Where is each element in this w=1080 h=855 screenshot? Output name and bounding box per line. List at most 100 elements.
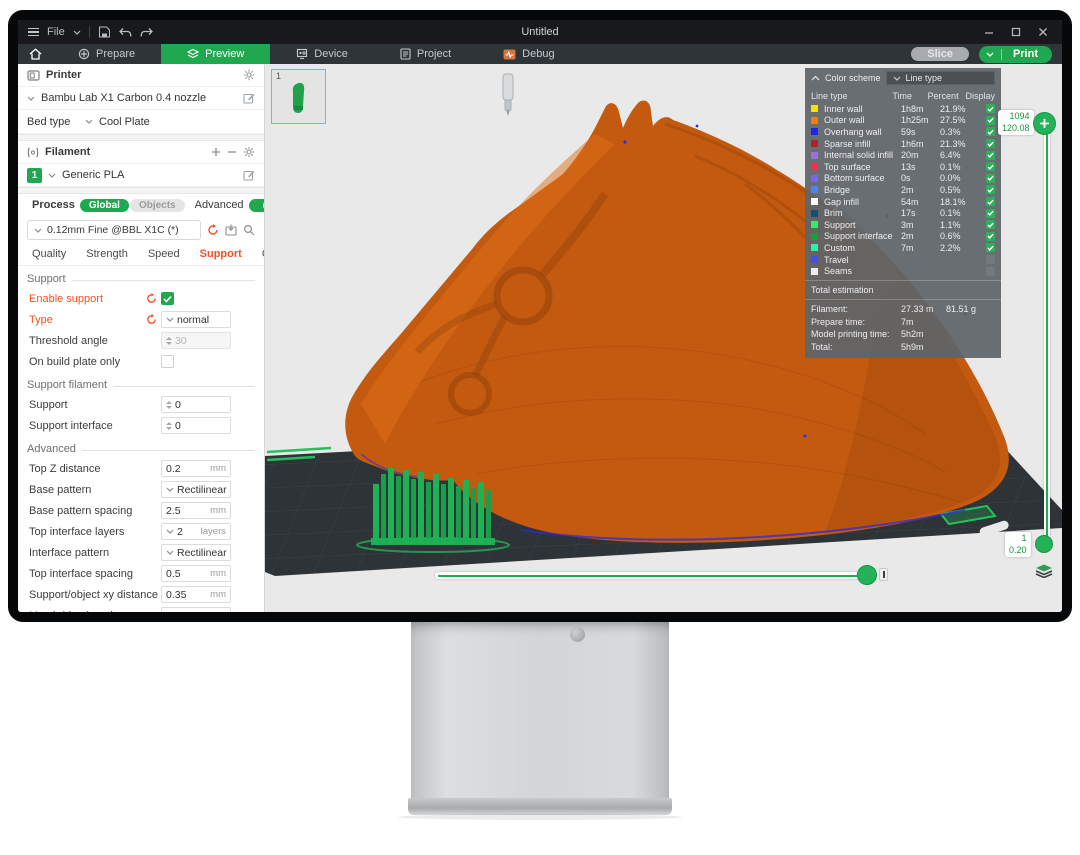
param-label: Top interface spacing bbox=[29, 568, 161, 580]
save-icon[interactable] bbox=[98, 26, 111, 38]
display-checkbox[interactable] bbox=[986, 174, 995, 183]
select-control[interactable]: Rectilinear bbox=[161, 481, 231, 498]
display-checkbox[interactable] bbox=[986, 116, 995, 125]
edit-icon[interactable] bbox=[243, 92, 255, 104]
viewport-3d[interactable]: Bambu Lab bbox=[265, 64, 1062, 612]
tab-support[interactable]: Support bbox=[190, 248, 252, 260]
spin-control[interactable]: 0 bbox=[161, 417, 231, 434]
display-checkbox[interactable] bbox=[986, 151, 995, 160]
process-preset-select[interactable]: 0.12mm Fine @BBL X1C (*) bbox=[27, 220, 201, 240]
line-type-time: 3m bbox=[901, 220, 940, 230]
line-type-swatch bbox=[811, 163, 818, 170]
print-button[interactable]: Print bbox=[1002, 46, 1052, 63]
input-control[interactable]: 0.2mm bbox=[161, 460, 231, 477]
chevron-down-icon[interactable] bbox=[73, 30, 81, 35]
undo-icon[interactable] bbox=[119, 27, 132, 38]
layer-slider-top-handle[interactable] bbox=[1033, 112, 1056, 135]
reset-value-icon[interactable] bbox=[146, 314, 157, 325]
tab-debug[interactable]: Debug bbox=[477, 44, 580, 64]
search-icon[interactable] bbox=[243, 224, 255, 236]
view-mode-select[interactable]: Line type bbox=[886, 71, 995, 85]
bed-type-select[interactable]: Cool Plate bbox=[99, 116, 150, 128]
print-options-chevron[interactable] bbox=[979, 49, 1002, 60]
maximize-button[interactable] bbox=[1011, 27, 1021, 37]
plate-thumbnail[interactable]: 1 bbox=[271, 69, 326, 124]
display-checkbox[interactable] bbox=[986, 232, 995, 241]
spin-control[interactable]: 30 bbox=[161, 332, 231, 349]
input-control[interactable]: 0.5mm bbox=[161, 565, 231, 582]
layers-icon[interactable] bbox=[1035, 563, 1053, 578]
tab-project[interactable]: Project bbox=[374, 44, 477, 64]
line-type-percent: 21.9% bbox=[940, 104, 982, 114]
legend-row-seams: Seams bbox=[805, 265, 1001, 277]
select-control[interactable]: 2layers bbox=[161, 523, 231, 540]
input-control[interactable]: 0.35mm bbox=[161, 586, 231, 603]
legend-row-support-interface: Support interface2m0.6% bbox=[805, 231, 1001, 243]
tab-strength[interactable]: Strength bbox=[76, 248, 138, 260]
reset-preset-icon[interactable] bbox=[207, 224, 219, 236]
display-checkbox[interactable] bbox=[986, 267, 995, 276]
reset-value-icon[interactable] bbox=[146, 293, 157, 304]
tab-preview[interactable]: Preview bbox=[161, 44, 270, 64]
collapse-chevron-icon[interactable] bbox=[811, 75, 820, 81]
display-checkbox[interactable] bbox=[986, 162, 995, 171]
line-type-percent: 0.1% bbox=[940, 208, 982, 218]
filament-preset-select[interactable]: 1 Generic PLA bbox=[18, 163, 264, 187]
tab-device[interactable]: Device bbox=[270, 44, 374, 64]
param-label: Interface pattern bbox=[29, 547, 161, 559]
param-row-support-interface: Support interface0 bbox=[18, 415, 264, 436]
remove-filament-icon[interactable] bbox=[227, 147, 237, 157]
display-checkbox[interactable] bbox=[986, 185, 995, 194]
layer-slider-bottom-handle[interactable] bbox=[1035, 535, 1053, 553]
line-type-percent: 0.3% bbox=[940, 127, 982, 137]
checkbox-unchecked[interactable] bbox=[161, 355, 174, 368]
display-checkbox[interactable] bbox=[986, 255, 995, 264]
scope-objects-button[interactable]: Objects bbox=[130, 199, 185, 212]
line-type-name: Sparse infill bbox=[824, 139, 901, 149]
printer-settings-gear-icon[interactable] bbox=[243, 69, 255, 81]
legend-row-overhang-wall: Overhang wall59s0.3% bbox=[805, 126, 1001, 138]
line-type-time: 2m bbox=[901, 185, 940, 195]
scope-global-button[interactable]: Global bbox=[80, 199, 129, 212]
display-checkbox[interactable] bbox=[986, 243, 995, 252]
printer-preset-select[interactable]: Bambu Lab X1 Carbon 0.4 nozzle bbox=[18, 86, 264, 110]
close-button[interactable] bbox=[1038, 27, 1048, 37]
select-control[interactable]: Rectilinear bbox=[161, 544, 231, 561]
display-checkbox[interactable] bbox=[986, 139, 995, 148]
tab-quality[interactable]: Quality bbox=[22, 248, 76, 260]
param-label: Enable support bbox=[29, 293, 146, 305]
select-control[interactable]: normal bbox=[161, 311, 231, 328]
display-checkbox[interactable] bbox=[986, 104, 995, 113]
input-control[interactable]: 20mm bbox=[161, 607, 231, 612]
tab-speed[interactable]: Speed bbox=[138, 248, 190, 260]
save-preset-icon[interactable] bbox=[225, 224, 237, 236]
param-label: Base pattern bbox=[29, 484, 161, 496]
tab-prepare[interactable]: Prepare bbox=[52, 44, 161, 64]
line-type-name: Internal solid infill bbox=[824, 150, 901, 160]
minimize-button[interactable] bbox=[984, 27, 994, 37]
display-checkbox[interactable] bbox=[986, 220, 995, 229]
display-checkbox[interactable] bbox=[986, 127, 995, 136]
display-checkbox[interactable] bbox=[986, 197, 995, 206]
display-checkbox[interactable] bbox=[986, 209, 995, 218]
line-type-swatch bbox=[811, 140, 818, 147]
slice-button[interactable]: Slice bbox=[911, 47, 969, 61]
advanced-toggle[interactable] bbox=[249, 199, 265, 212]
filament-settings-gear-icon[interactable] bbox=[243, 146, 255, 158]
line-type-time: 7m bbox=[901, 243, 940, 253]
line-type-name: Inner wall bbox=[824, 104, 901, 114]
move-slider-handle[interactable] bbox=[857, 565, 877, 585]
file-menu[interactable]: File bbox=[47, 26, 65, 38]
add-filament-icon[interactable] bbox=[211, 147, 221, 157]
edit-icon[interactable] bbox=[243, 169, 255, 181]
settings-sidebar: Printer Bambu Lab X1 Carbon 0.4 nozzle B… bbox=[18, 64, 265, 612]
home-button[interactable] bbox=[18, 44, 52, 64]
checkbox-checked[interactable] bbox=[161, 292, 174, 305]
tab-others[interactable]: Others bbox=[252, 248, 265, 260]
group-label-support-filament: Support filament bbox=[18, 372, 264, 394]
menu-icon[interactable] bbox=[28, 26, 39, 39]
input-control[interactable]: 2.5mm bbox=[161, 502, 231, 519]
legend-row-travel: Travel bbox=[805, 254, 1001, 266]
spin-control[interactable]: 0 bbox=[161, 396, 231, 413]
redo-icon[interactable] bbox=[140, 27, 153, 38]
